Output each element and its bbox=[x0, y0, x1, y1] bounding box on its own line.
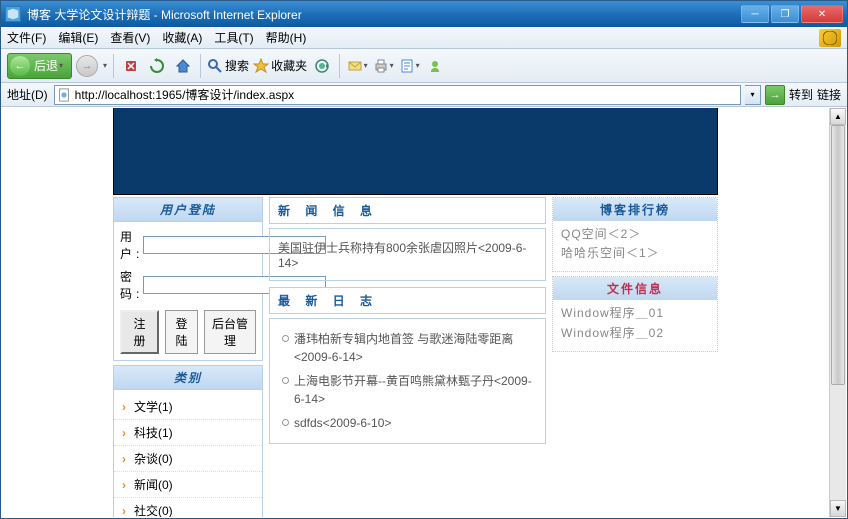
favorites-button[interactable]: 收藏夹 bbox=[253, 57, 307, 74]
forward-button[interactable]: → bbox=[76, 55, 98, 77]
home-icon[interactable] bbox=[172, 55, 194, 77]
star-icon bbox=[253, 58, 269, 74]
news-box: 美国驻伊士兵称持有800余张虐囚照片<2009-6-14> bbox=[269, 228, 546, 281]
rank-item[interactable]: QQ空间＜2＞ bbox=[561, 225, 709, 244]
go-button[interactable]: → bbox=[765, 85, 785, 105]
chevron-right-icon: › bbox=[122, 478, 126, 492]
rank-heading: 博客排行榜 bbox=[553, 198, 717, 221]
logs-heading: 最 新 日 志 bbox=[269, 287, 546, 314]
category-label: 科技(1) bbox=[134, 424, 173, 441]
category-item[interactable]: › 文学(1) bbox=[114, 394, 262, 420]
logs-box: 潘玮柏新专辑内地首签 与歌迷海陆零距离<2009-6-14>上海电影节开幕--黄… bbox=[269, 318, 546, 444]
close-button[interactable]: ✕ bbox=[801, 5, 843, 23]
page-content: 用户登陆 用 户: 密 码: 注册 bbox=[2, 108, 829, 517]
back-button[interactable]: ← 后退 ▾ bbox=[7, 53, 72, 79]
scroll-down-icon[interactable]: ▼ bbox=[830, 500, 846, 517]
ie-app-icon bbox=[5, 6, 21, 22]
search-button[interactable]: 搜索 bbox=[207, 57, 249, 74]
category-label: 新闻(0) bbox=[134, 476, 173, 493]
category-label: 杂谈(0) bbox=[134, 450, 173, 467]
rank-item[interactable]: 哈哈乐空间＜1＞ bbox=[561, 244, 709, 263]
register-button[interactable]: 注册 bbox=[120, 310, 159, 354]
admin-button[interactable]: 后台管理 bbox=[204, 310, 256, 354]
go-label[interactable]: 转到 bbox=[789, 86, 813, 103]
ie-throbber-icon bbox=[819, 29, 841, 47]
menu-help[interactable]: 帮助(H) bbox=[266, 29, 307, 46]
menu-favorites[interactable]: 收藏(A) bbox=[162, 29, 202, 46]
forward-dropdown-icon[interactable]: ▾ bbox=[103, 61, 107, 70]
chevron-right-icon: › bbox=[122, 452, 126, 466]
file-item[interactable]: Window程序＿02 bbox=[561, 324, 709, 343]
back-arrow-icon: ← bbox=[10, 56, 30, 76]
menu-file[interactable]: 文件(F) bbox=[7, 29, 46, 46]
category-label: 社交(0) bbox=[134, 502, 173, 517]
category-panel: 类别 ›文学(1)›科技(1)›杂谈(0)›新闻(0)›社交(0)›个人(0) bbox=[113, 365, 263, 517]
log-item[interactable]: 潘玮柏新专辑内地首签 与歌迷海陆零距离<2009-6-14> bbox=[278, 327, 537, 369]
search-label: 搜索 bbox=[225, 57, 249, 74]
category-item[interactable]: › 新闻(0) bbox=[114, 472, 262, 498]
page-banner bbox=[113, 108, 718, 195]
username-label: 用 户: bbox=[120, 228, 143, 262]
toolbar: ← 后退 ▾ → ▾ 搜索 收藏夹 ▾ ▾ ▾ bbox=[1, 49, 847, 83]
url-input[interactable] bbox=[75, 88, 738, 102]
print-icon[interactable]: ▾ bbox=[372, 55, 394, 77]
category-label: 文学(1) bbox=[134, 398, 173, 415]
password-label: 密 码: bbox=[120, 268, 143, 302]
back-dropdown-icon[interactable]: ▾ bbox=[59, 61, 63, 70]
scroll-thumb[interactable] bbox=[831, 125, 845, 385]
rank-panel: 博客排行榜 QQ空间＜2＞哈哈乐空间＜1＞ bbox=[552, 197, 718, 272]
chevron-right-icon: › bbox=[122, 426, 126, 440]
maximize-button[interactable]: ❐ bbox=[771, 5, 799, 23]
favorites-label: 收藏夹 bbox=[271, 57, 307, 74]
log-item[interactable]: 上海电影节开幕--黄百鸣熊黛林甄子丹<2009-6-14> bbox=[278, 369, 537, 411]
category-item[interactable]: › 杂谈(0) bbox=[114, 446, 262, 472]
files-heading: 文件信息 bbox=[553, 277, 717, 300]
mail-icon[interactable]: ▾ bbox=[346, 55, 368, 77]
window-title: 博客 大学论文设计辩题 - Microsoft Internet Explore… bbox=[27, 6, 741, 23]
address-bar: 地址(D) ▾ → 转到 链接 bbox=[1, 83, 847, 107]
files-panel: 文件信息 Window程序＿01Window程序＿02 bbox=[552, 276, 718, 351]
vertical-scrollbar[interactable]: ▲ ▼ bbox=[829, 108, 846, 517]
stop-icon[interactable] bbox=[120, 55, 142, 77]
url-dropdown-icon[interactable]: ▾ bbox=[745, 85, 761, 105]
messenger-icon[interactable] bbox=[424, 55, 446, 77]
back-label: 后退 bbox=[34, 57, 58, 74]
news-item[interactable]: 美国驻伊士兵称持有800余张虐囚照片<2009-6-14> bbox=[278, 239, 537, 270]
menu-view[interactable]: 查看(V) bbox=[110, 29, 150, 46]
chevron-right-icon: › bbox=[122, 400, 126, 414]
category-item[interactable]: › 社交(0) bbox=[114, 498, 262, 517]
file-item[interactable]: Window程序＿01 bbox=[561, 304, 709, 323]
window-titlebar: 博客 大学论文设计辩题 - Microsoft Internet Explore… bbox=[1, 1, 847, 27]
history-icon[interactable] bbox=[311, 55, 333, 77]
refresh-icon[interactable] bbox=[146, 55, 168, 77]
edit-icon[interactable]: ▾ bbox=[398, 55, 420, 77]
address-label: 地址(D) bbox=[7, 86, 48, 103]
url-combo[interactable] bbox=[54, 85, 741, 105]
menu-edit[interactable]: 编辑(E) bbox=[58, 29, 98, 46]
category-item[interactable]: › 科技(1) bbox=[114, 420, 262, 446]
category-heading: 类别 bbox=[114, 366, 262, 390]
chevron-right-icon: › bbox=[122, 504, 126, 518]
login-panel: 用户登陆 用 户: 密 码: 注册 bbox=[113, 197, 263, 361]
links-label[interactable]: 链接 bbox=[817, 86, 841, 103]
log-item[interactable]: sdfds<2009-6-10> bbox=[278, 411, 537, 435]
page-icon bbox=[57, 88, 71, 102]
minimize-button[interactable]: ─ bbox=[741, 5, 769, 23]
menu-bar: 文件(F) 编辑(E) 查看(V) 收藏(A) 工具(T) 帮助(H) bbox=[1, 27, 847, 49]
menu-tools[interactable]: 工具(T) bbox=[214, 29, 253, 46]
news-heading: 新 闻 信 息 bbox=[269, 197, 546, 224]
scroll-up-icon[interactable]: ▲ bbox=[830, 108, 846, 125]
search-icon bbox=[207, 58, 223, 74]
login-heading: 用户登陆 bbox=[114, 198, 262, 222]
login-button[interactable]: 登陆 bbox=[165, 310, 198, 354]
